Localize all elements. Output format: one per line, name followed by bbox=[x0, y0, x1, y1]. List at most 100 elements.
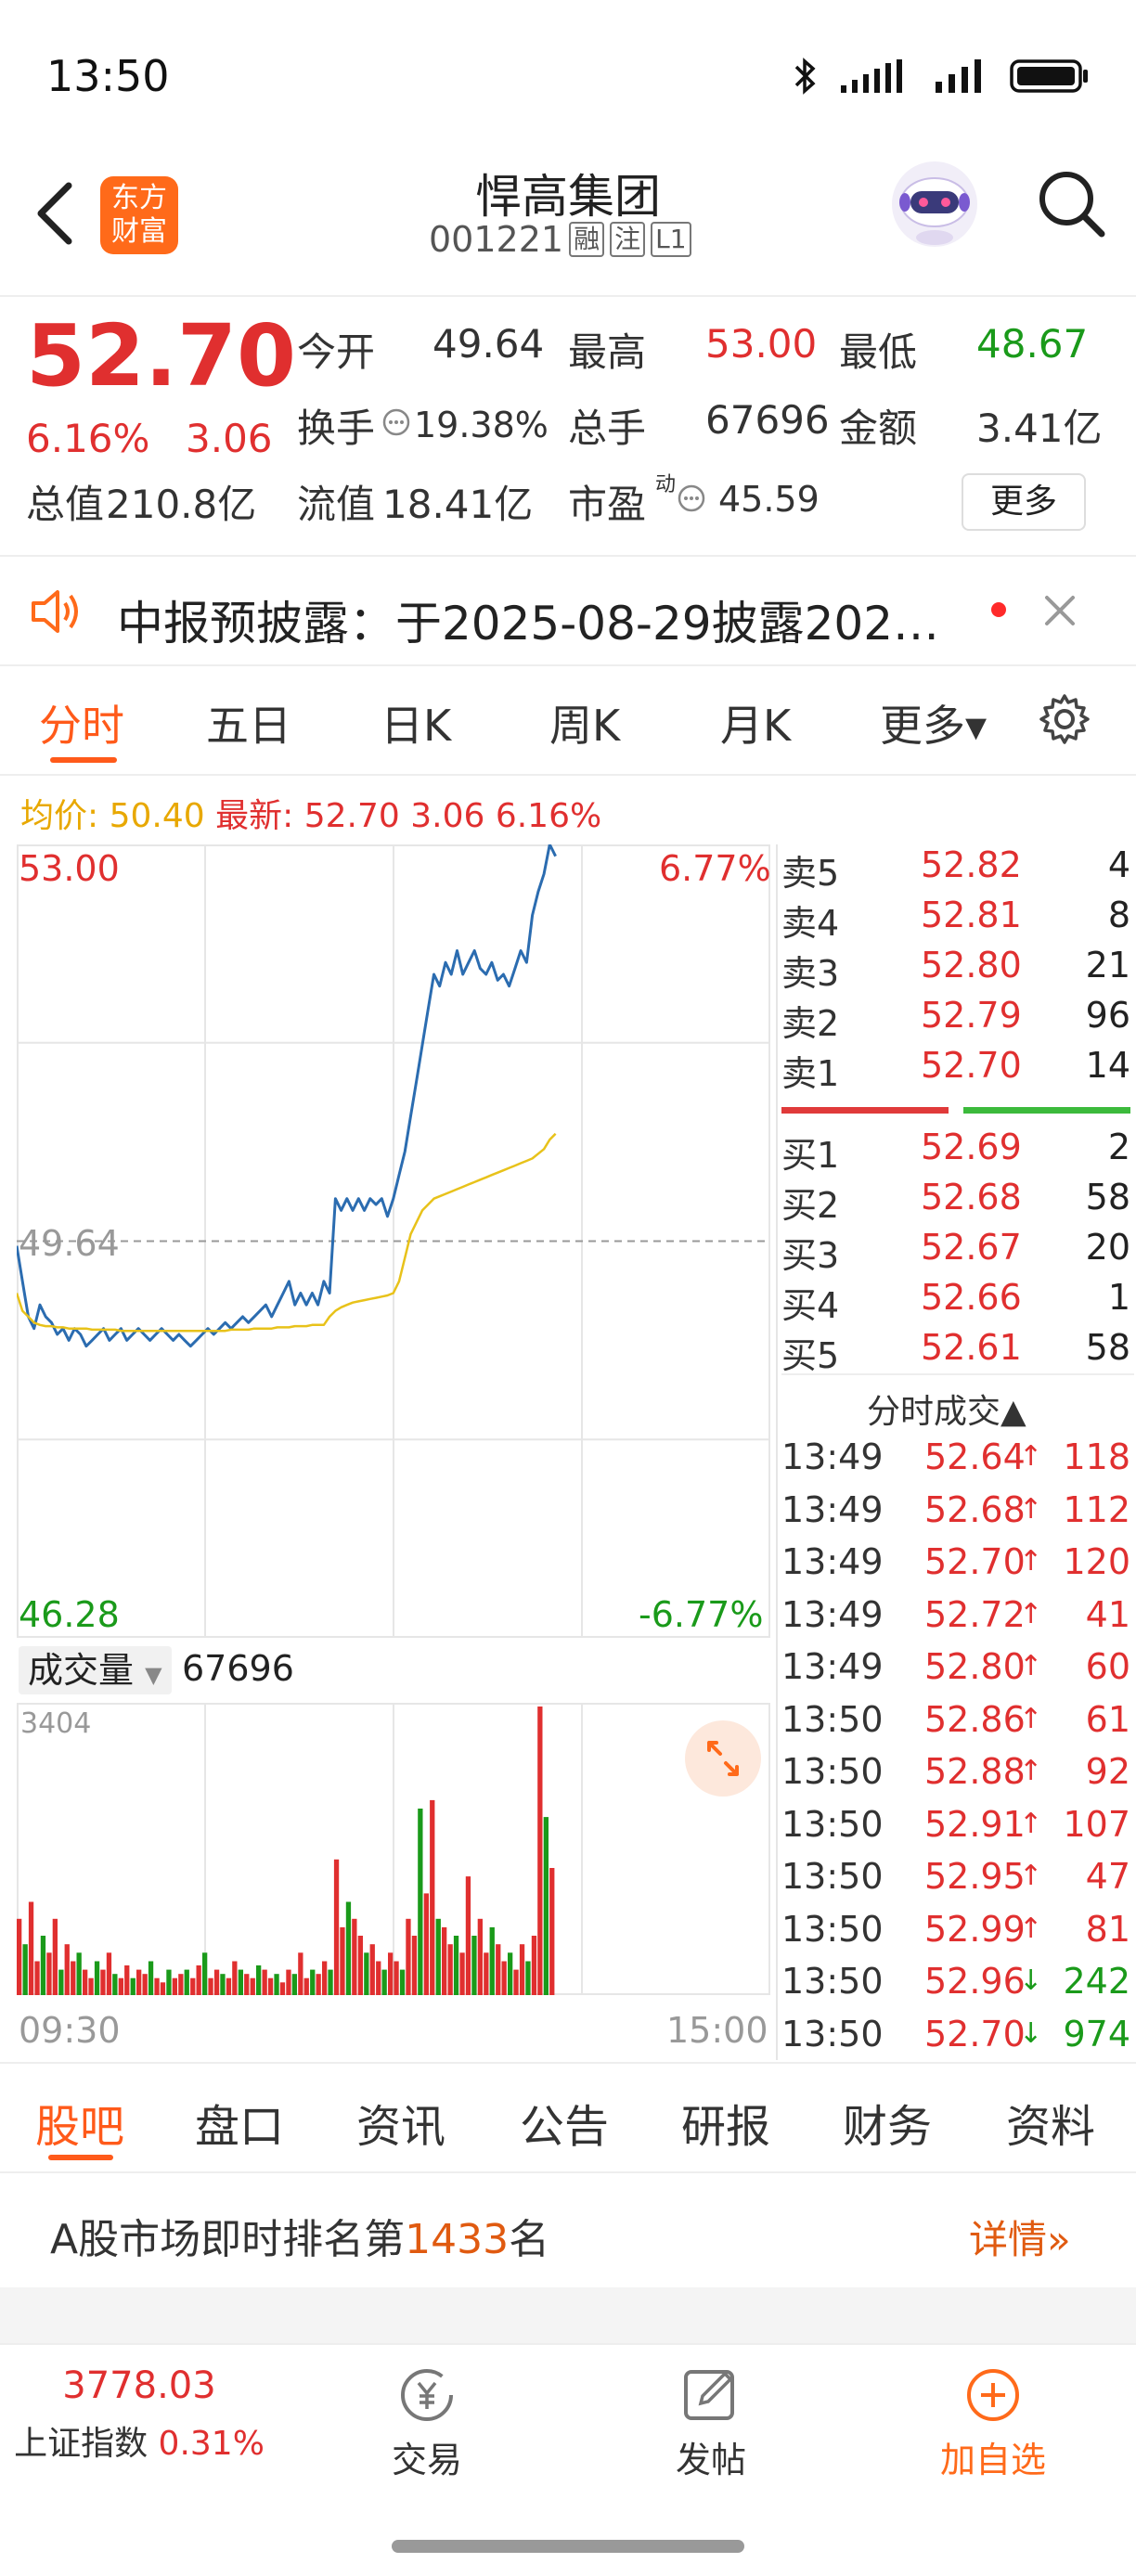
volume-bar bbox=[238, 1969, 243, 1995]
volume-chart[interactable] bbox=[17, 1703, 770, 1995]
orderbook-divider bbox=[776, 844, 778, 2060]
tab-financials[interactable]: 财务 bbox=[843, 2090, 932, 2155]
trade-button[interactable]: 交易 bbox=[353, 2364, 501, 2482]
float-cap-label: 流值 bbox=[297, 482, 376, 527]
bottom-tabs-divider bbox=[0, 2171, 1136, 2173]
more-stats-button[interactable]: 更多 bbox=[962, 473, 1086, 531]
change-amount: 3.06 bbox=[186, 416, 273, 461]
pe-superscript: 动 bbox=[655, 473, 677, 496]
stat-value: 48.67 bbox=[976, 321, 1089, 367]
detail-link[interactable]: 详情» bbox=[969, 2209, 1071, 2265]
tab-forum[interactable]: 股吧 bbox=[35, 2090, 124, 2155]
bid-row[interactable]: 买2 52.68 58 bbox=[781, 1177, 1134, 1227]
bid-row[interactable]: 买3 52.67 20 bbox=[781, 1227, 1134, 1277]
volume-bar bbox=[328, 1969, 333, 1995]
trade-price: 52.99 bbox=[924, 1908, 1026, 1950]
tab-weekly-k[interactable]: 周K bbox=[549, 692, 620, 753]
add-watchlist-button[interactable]: 加自选 bbox=[919, 2364, 1067, 2482]
volume-bar bbox=[88, 1977, 94, 1995]
ask-qty: 14 bbox=[1085, 1045, 1130, 1086]
ask-price: 52.81 bbox=[921, 895, 1022, 935]
ask-row[interactable]: 卖5 52.82 4 bbox=[781, 844, 1134, 895]
volume-bar bbox=[142, 1974, 148, 1995]
search-button[interactable] bbox=[1035, 167, 1109, 241]
tab-monthly-k[interactable]: 月K bbox=[720, 692, 791, 753]
volume-selector[interactable]: 成交量 ▼ bbox=[19, 1646, 172, 1694]
watchlist-label: 加自选 bbox=[939, 2440, 1046, 2480]
trade-time: 13:49 bbox=[781, 1646, 884, 1687]
ask-qty: 4 bbox=[1107, 844, 1130, 885]
volume-bar bbox=[291, 1974, 297, 1995]
bid-price: 52.67 bbox=[921, 1227, 1022, 1268]
bid-level: 买3 bbox=[781, 1235, 840, 1276]
index-widget[interactable]: 3778.03 上证指数 0.31% bbox=[0, 2364, 278, 2465]
bid-row[interactable]: 买4 52.66 1 bbox=[781, 1277, 1134, 1327]
trade-direction: ↑ bbox=[1019, 1597, 1043, 1630]
signal-icon bbox=[841, 59, 902, 93]
ask-row[interactable]: 卖1 52.70 14 bbox=[781, 1045, 1134, 1095]
trade-qty: 41 bbox=[1085, 1593, 1130, 1635]
bid-level: 买4 bbox=[781, 1285, 840, 1326]
volume-bar bbox=[549, 1868, 555, 1995]
stat-value: 49.64 bbox=[432, 321, 545, 367]
trades-title[interactable]: 分时成交▲ bbox=[867, 1385, 1026, 1433]
tabs-divider bbox=[0, 774, 1136, 776]
intraday-chart[interactable] bbox=[17, 844, 770, 1638]
ask-level: 卖4 bbox=[781, 903, 840, 944]
trade-qty: 60 bbox=[1085, 1646, 1130, 1687]
notice-text[interactable]: 中报预披露：于2025-08-29披露202… bbox=[117, 586, 939, 653]
bid-qty: 1 bbox=[1107, 1277, 1130, 1318]
time-end-label: 15:00 bbox=[666, 2010, 768, 2051]
trade-direction: ↑ bbox=[1019, 1650, 1043, 1682]
volume-bar bbox=[71, 1961, 76, 1995]
ask-row[interactable]: 卖2 52.79 96 bbox=[781, 995, 1134, 1045]
pe-info-icon[interactable] bbox=[678, 484, 705, 512]
volume-bar bbox=[459, 1952, 465, 1995]
tab-five-day[interactable]: 五日 bbox=[206, 692, 291, 753]
tab-research[interactable]: 研报 bbox=[681, 2090, 770, 2155]
assistant-avatar[interactable] bbox=[886, 156, 983, 252]
volume-bar bbox=[46, 1952, 52, 1995]
bid-row[interactable]: 买5 52.61 58 bbox=[781, 1327, 1134, 1377]
close-notice-button[interactable] bbox=[1039, 590, 1080, 631]
volume-bar bbox=[244, 1974, 250, 1995]
tab-intraday[interactable]: 分时 bbox=[39, 692, 124, 753]
volume-bar bbox=[190, 1977, 196, 1995]
trade-time: 13:50 bbox=[781, 2013, 884, 2054]
turnover-info-icon[interactable] bbox=[382, 408, 410, 436]
tab-profile[interactable]: 资料 bbox=[1006, 2090, 1095, 2155]
tab-market-detail[interactable]: 盘口 bbox=[195, 2090, 284, 2155]
trade-price: 52.86 bbox=[924, 1698, 1026, 1740]
trade-row: 13:50 52.86 ↑ 61 bbox=[781, 1699, 1134, 1749]
bid-ask-ratio-bar bbox=[781, 1107, 1130, 1114]
tab-announcements[interactable]: 公告 bbox=[520, 2090, 609, 2155]
tab-news[interactable]: 资讯 bbox=[356, 2090, 445, 2155]
post-button[interactable]: 发帖 bbox=[637, 2364, 785, 2482]
latest-change: 3.06 bbox=[410, 797, 485, 835]
bid-row[interactable]: 买1 52.69 2 bbox=[781, 1127, 1134, 1177]
trade-qty: 120 bbox=[1063, 1541, 1130, 1582]
trade-price: 52.91 bbox=[924, 1803, 1026, 1845]
tag-registration: 注 bbox=[610, 222, 646, 257]
ask-row[interactable]: 卖4 52.81 8 bbox=[781, 895, 1134, 945]
rank-text: A股市场即时排名第1433名 bbox=[50, 2206, 549, 2265]
ask-row[interactable]: 卖3 52.80 21 bbox=[781, 945, 1134, 995]
ask-level: 卖3 bbox=[781, 953, 840, 994]
stat-value: 67696 bbox=[705, 397, 830, 443]
volume-bar bbox=[525, 1961, 531, 1995]
volume-bar bbox=[519, 1944, 525, 1995]
pe-value: 45.59 bbox=[718, 479, 820, 520]
stock-code: 001221 bbox=[429, 219, 564, 260]
chart-settings-button[interactable] bbox=[1038, 692, 1091, 746]
search-icon bbox=[1039, 172, 1105, 238]
trade-time: 13:50 bbox=[781, 1908, 884, 1950]
volume-bar bbox=[76, 1952, 82, 1995]
tab-daily-k[interactable]: 日K bbox=[381, 692, 451, 753]
trade-price: 52.70 bbox=[924, 2013, 1026, 2054]
trade-price: 52.72 bbox=[924, 1593, 1026, 1635]
volume-bar bbox=[178, 1974, 184, 1995]
home-indicator[interactable] bbox=[392, 2540, 744, 2553]
pe-label: 市盈 bbox=[568, 482, 647, 527]
expand-chart-button[interactable] bbox=[685, 1720, 761, 1797]
tab-more[interactable]: 更多▾ bbox=[880, 692, 987, 753]
